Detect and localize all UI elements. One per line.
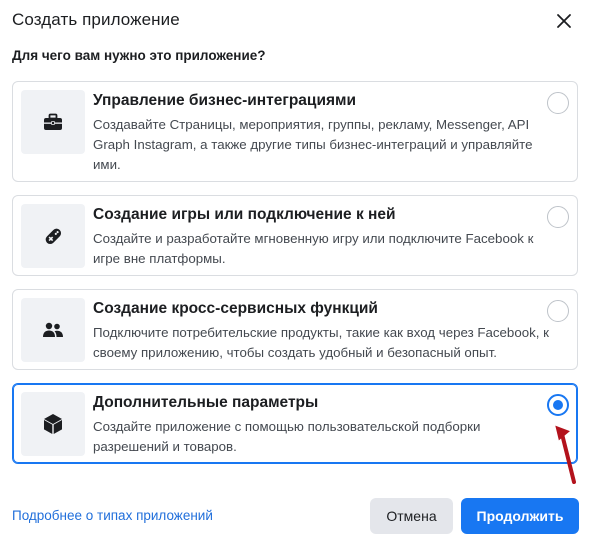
cancel-button[interactable]: Отмена [370, 498, 453, 534]
option-description: Создайте и разработайте мгновенную игру … [93, 231, 534, 266]
option-description: Создавайте Страницы, мероприятия, группы… [93, 117, 533, 172]
close-button[interactable] [553, 10, 575, 32]
option-title: Управление бизнес-интеграциями [93, 92, 357, 109]
option-title: Создание кросс-сервисных функций [93, 300, 378, 317]
option-other[interactable]: Дополнительные параметры Создайте прилож… [12, 383, 578, 464]
option-description: Создайте приложение с помощью пользовате… [93, 419, 481, 454]
option-description: Подключите потребительские продукты, так… [93, 325, 549, 360]
cube-icon [44, 414, 62, 434]
option-icon-container [21, 392, 85, 456]
option-cross-service[interactable]: Создание кросс-сервисных функций Подключ… [12, 289, 578, 370]
dialog-title: Создать приложение [12, 10, 180, 29]
option-icon-container [21, 204, 85, 268]
option-title: Дополнительные параметры [93, 394, 319, 411]
option-radio[interactable] [547, 206, 569, 228]
gamepad-icon [45, 228, 62, 245]
option-icon-container [21, 298, 85, 362]
option-icon-container [21, 90, 85, 154]
option-business-integrations[interactable]: Управление бизнес-интеграциями Создавайт… [12, 81, 578, 182]
create-app-dialog: Создать приложение Для чего вам нужно эт… [0, 0, 589, 538]
close-icon [557, 14, 571, 28]
option-title: Создание игры или подключение к ней [93, 206, 396, 223]
learn-more-link[interactable]: Подробнее о типах приложений [12, 508, 213, 523]
option-radio[interactable] [547, 92, 569, 114]
briefcase-icon [44, 113, 62, 130]
continue-button[interactable]: Продолжить [461, 498, 579, 534]
question-heading: Для чего вам нужно это приложение? [12, 48, 266, 63]
option-radio[interactable] [547, 300, 569, 322]
option-game[interactable]: Создание игры или подключение к ней Созд… [12, 195, 578, 276]
option-radio-selected[interactable] [547, 394, 569, 416]
people-icon [43, 322, 63, 337]
